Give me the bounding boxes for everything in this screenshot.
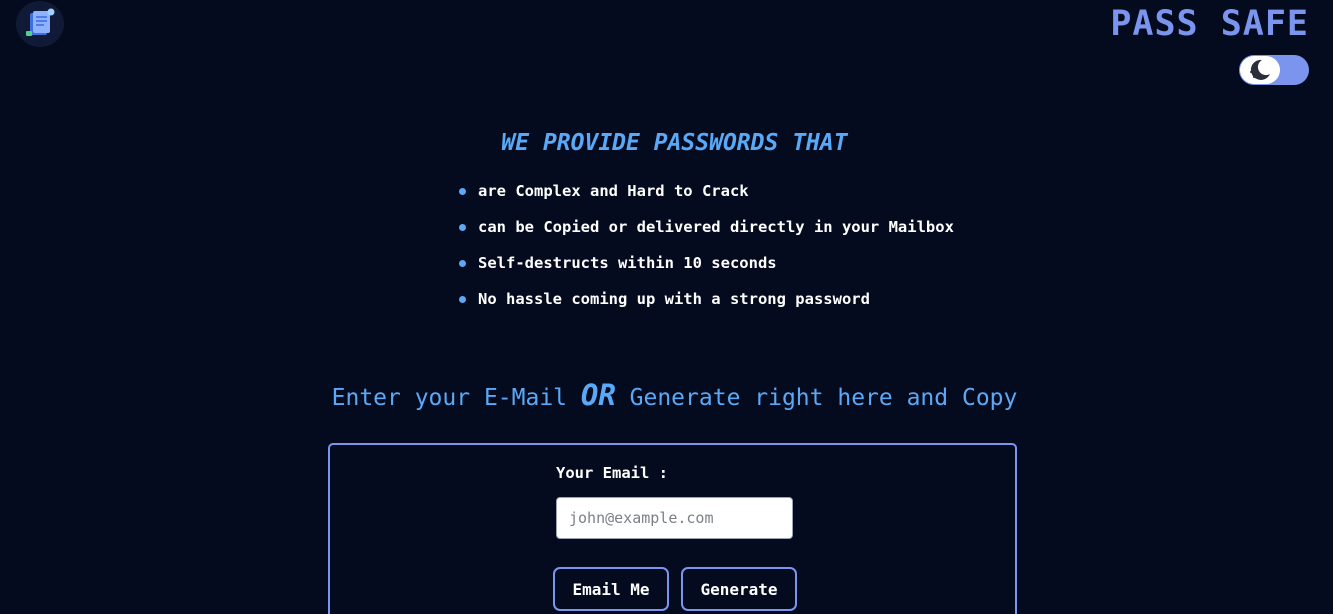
email-input[interactable] (556, 497, 793, 539)
cta-heading: Enter your E-Mail OR Generate right here… (0, 377, 1333, 416)
email-label: Your Email : (556, 464, 668, 482)
bullet-icon (459, 224, 466, 231)
bullet-icon (459, 188, 466, 195)
notepad-icon (26, 8, 55, 36)
feature-text: No hassle coming up with a strong passwo… (478, 290, 870, 308)
feature-item: are Complex and Hard to Crack (459, 178, 954, 214)
feature-text: Self-destructs within 10 seconds (478, 254, 777, 272)
email-me-button[interactable]: Email Me (553, 567, 669, 611)
theme-toggle[interactable] (1239, 55, 1309, 85)
moon-icon (1250, 59, 1270, 80)
feature-item: can be Copied or delivered directly in y… (459, 214, 954, 250)
tagline: WE PROVIDE PASSWORDS THAT (501, 130, 848, 156)
toggle-knob (1240, 56, 1280, 84)
bullet-icon (459, 260, 466, 267)
feature-text: can be Copied or delivered directly in y… (478, 218, 954, 236)
brand-title: PASS SAFE (1110, 4, 1309, 44)
logo[interactable] (16, 1, 64, 47)
feature-item: Self-destructs within 10 seconds (459, 250, 954, 286)
cta-part-2: Generate right here and Copy (615, 385, 1018, 411)
generate-button[interactable]: Generate (681, 567, 797, 611)
feature-item: No hassle coming up with a strong passwo… (459, 286, 954, 322)
bullet-icon (459, 296, 466, 303)
cta-or: OR (580, 378, 616, 412)
cta-part-1: Enter your E-Mail (331, 385, 581, 411)
feature-list: are Complex and Hard to Crack can be Cop… (459, 178, 954, 322)
page: PASS SAFE WE PROVIDE PASSWORDS THAT are … (0, 0, 1333, 614)
feature-text: are Complex and Hard to Crack (478, 182, 749, 200)
